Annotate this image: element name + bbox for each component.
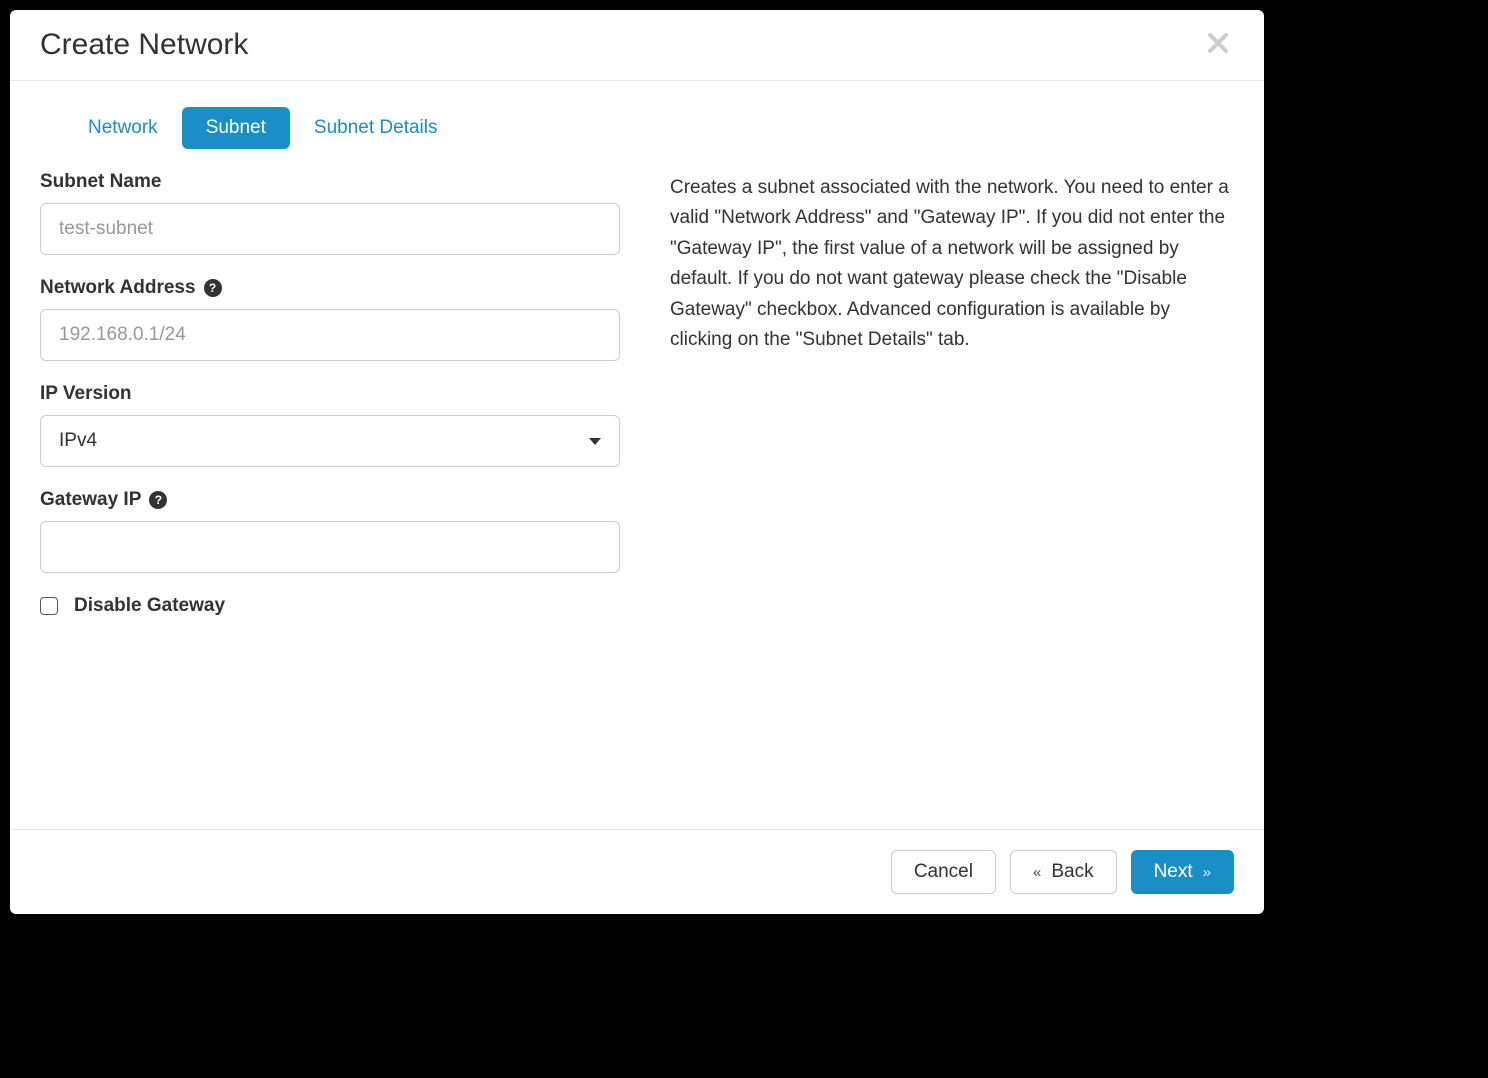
gateway-ip-input[interactable] [40, 521, 620, 573]
subnet-form: Subnet Name Network Address ? IP V [40, 171, 620, 639]
subnet-name-label: Subnet Name [40, 171, 620, 193]
create-network-modal: Create Network Network Subnet Subnet Det… [10, 10, 1264, 914]
modal-header: Create Network [10, 10, 1264, 81]
modal-footer: Cancel « Back Next » [10, 829, 1264, 914]
ip-version-label: IP Version [40, 383, 620, 405]
network-address-label: Network Address ? [40, 277, 620, 299]
subnet-name-input[interactable] [40, 203, 620, 255]
button-label: Cancel [914, 861, 973, 883]
wizard-tabs: Network Subnet Subnet Details [40, 107, 1234, 149]
close-icon[interactable] [1202, 31, 1234, 60]
cancel-button[interactable]: Cancel [891, 850, 996, 894]
select-value: IPv4 [59, 430, 97, 452]
next-button[interactable]: Next » [1131, 850, 1234, 894]
back-button[interactable]: « Back [1010, 850, 1117, 894]
button-label: Back [1051, 861, 1093, 883]
gateway-ip-label: Gateway IP ? [40, 489, 620, 511]
chevron-down-icon [589, 438, 601, 445]
label-text: IP Version [40, 383, 132, 405]
ip-version-select[interactable]: IPv4 [40, 415, 620, 467]
chevron-right-icon: » [1203, 864, 1211, 881]
help-text: Creates a subnet associated with the net… [670, 177, 1229, 350]
disable-gateway-label: Disable Gateway [74, 595, 225, 617]
help-icon[interactable]: ? [149, 491, 167, 509]
help-icon[interactable]: ? [204, 279, 222, 297]
chevron-left-icon: « [1033, 864, 1041, 881]
modal-body: Network Subnet Subnet Details Subnet Nam… [10, 81, 1264, 829]
button-label: Next [1154, 861, 1193, 883]
modal-title: Create Network [40, 28, 248, 62]
disable-gateway-checkbox[interactable] [40, 597, 58, 615]
label-text: Gateway IP [40, 489, 141, 511]
label-text: Network Address [40, 277, 196, 299]
tab-subnet-details[interactable]: Subnet Details [290, 107, 462, 149]
tab-subnet[interactable]: Subnet [182, 107, 290, 149]
tab-network[interactable]: Network [64, 107, 182, 149]
network-address-input[interactable] [40, 309, 620, 361]
label-text: Subnet Name [40, 171, 161, 193]
help-panel: Creates a subnet associated with the net… [670, 171, 1234, 639]
